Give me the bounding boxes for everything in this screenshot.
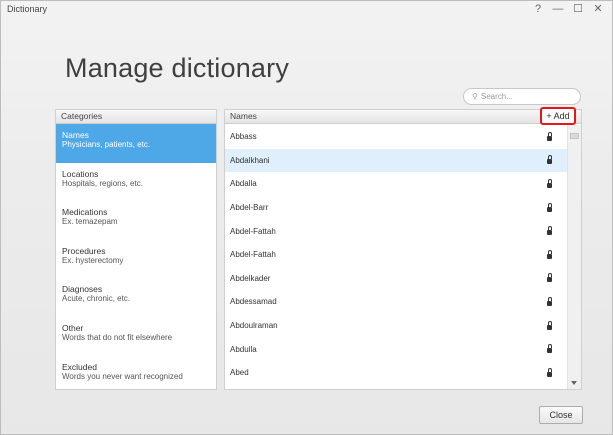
scrollbar-thumb[interactable] — [570, 133, 579, 139]
category-description: Ex. temazepam — [62, 217, 118, 227]
category-name: Diagnoses — [62, 284, 103, 295]
lock-icon[interactable] — [547, 296, 552, 306]
category-name: Excluded — [62, 361, 97, 372]
category-description: Physicians, patients, etc. — [62, 140, 151, 149]
name-row[interactable]: Abdel-Fattah — [225, 219, 568, 243]
name-label: Abdoulraman — [230, 321, 278, 331]
window-title: Dictionary — [7, 4, 48, 14]
search-input[interactable] — [480, 92, 571, 101]
name-row[interactable]: Abdoulraman — [225, 314, 568, 338]
category-name: Procedures — [62, 245, 106, 256]
name-row[interactable]: Abdel-Fattah — [225, 243, 568, 267]
category-description: Hospitals, regions, etc. — [62, 178, 143, 188]
name-row[interactable]: Abbass — [225, 125, 568, 149]
category-description: Ex. hysterectomy — [62, 255, 124, 265]
category-item-medications[interactable]: Medications Ex. temazepam — [56, 201, 216, 240]
scroll-down-arrow-icon[interactable] — [571, 381, 577, 385]
name-row[interactable]: Abdalla — [225, 172, 568, 196]
names-panel: Names + Add Abbass Abdalkhani Abdalla Abdel… — [224, 107, 582, 390]
add-name-button[interactable]: + Add — [540, 107, 576, 125]
name-row[interactable]: Abdelkader — [225, 267, 568, 291]
help-button[interactable]: ? — [528, 1, 548, 17]
name-row[interactable]: Abdalkhani — [225, 148, 568, 173]
lock-icon[interactable] — [547, 249, 552, 259]
categories-panel: Categories Names Physicians, patients, et… — [55, 109, 217, 390]
category-name: Other — [62, 322, 84, 333]
categories-list: Names Physicians, patients, etc. Locations… — [56, 124, 216, 394]
search-icon: ⚲ — [472, 92, 478, 101]
names-header: Names + Add — [225, 107, 581, 125]
minimize-button[interactable]: — — [548, 1, 568, 17]
name-row[interactable]: Abdulla — [225, 337, 568, 361]
category-name: Locations — [62, 168, 99, 179]
category-item-procedures[interactable]: Procedures Ex. hysterectomy — [56, 240, 216, 279]
name-row[interactable]: Abed — [225, 361, 568, 385]
categories-header: Categories — [56, 110, 216, 124]
name-label: Abdalkhani — [230, 155, 270, 165]
page-title: Manage dictionary — [65, 53, 290, 83]
name-label: Abdel-Fattah — [230, 250, 276, 260]
close-button[interactable]: Close — [539, 406, 583, 424]
lock-icon[interactable] — [547, 131, 552, 141]
category-description: Words that do not fit elsewhere — [62, 332, 173, 342]
lock-icon[interactable] — [547, 178, 552, 188]
name-label: Abdulla — [230, 344, 257, 354]
category-description: Words you never want recognized — [62, 371, 183, 381]
names-list: Abbass Abdalkhani Abdalla Abdel-Barr Abdel-F… — [225, 125, 568, 389]
category-name: Names — [62, 130, 89, 140]
names-scrollbar[interactable] — [567, 125, 581, 389]
lock-icon[interactable] — [547, 367, 552, 377]
name-row[interactable]: Abdel-Barr — [225, 196, 568, 220]
name-label: Abdel-Barr — [230, 203, 269, 213]
window-controls: ? — ☐ ✕ — [528, 1, 608, 17]
lock-icon[interactable] — [547, 320, 552, 330]
category-item-other[interactable]: Other Words that do not fit elsewhere — [56, 317, 216, 356]
close-window-button[interactable]: ✕ — [588, 1, 608, 17]
maximize-button[interactable]: ☐ — [568, 1, 588, 17]
name-label: Abdelkader — [230, 273, 271, 283]
name-label: Abdel-Fattah — [230, 226, 276, 236]
dictionary-window: Dictionary ? — ☐ ✕ Manage dictionary ⚲ C… — [0, 0, 613, 435]
category-name: Medications — [62, 207, 108, 218]
category-item-excluded[interactable]: Excluded Words you never want recognized — [56, 356, 216, 395]
lock-icon[interactable] — [547, 226, 552, 236]
category-item-locations[interactable]: Locations Hospitals, regions, etc. — [56, 163, 216, 202]
lock-icon[interactable] — [547, 202, 552, 212]
name-label: Abdessamad — [230, 297, 277, 307]
lock-icon[interactable] — [547, 155, 552, 165]
category-description: Acute, chronic, etc. — [62, 294, 131, 304]
lock-icon[interactable] — [547, 344, 552, 354]
name-label: Abbass — [230, 132, 257, 142]
category-item-names[interactable]: Names Physicians, patients, etc. — [56, 124, 216, 163]
name-label: Abed — [230, 368, 249, 378]
search-box[interactable]: ⚲ — [463, 88, 581, 105]
name-label: Abdalla — [230, 179, 257, 189]
lock-icon[interactable] — [547, 273, 552, 283]
name-row[interactable]: Abdessamad — [225, 290, 568, 314]
names-header-label: Names — [230, 111, 257, 121]
category-item-diagnoses[interactable]: Diagnoses Acute, chronic, etc. — [56, 278, 216, 317]
